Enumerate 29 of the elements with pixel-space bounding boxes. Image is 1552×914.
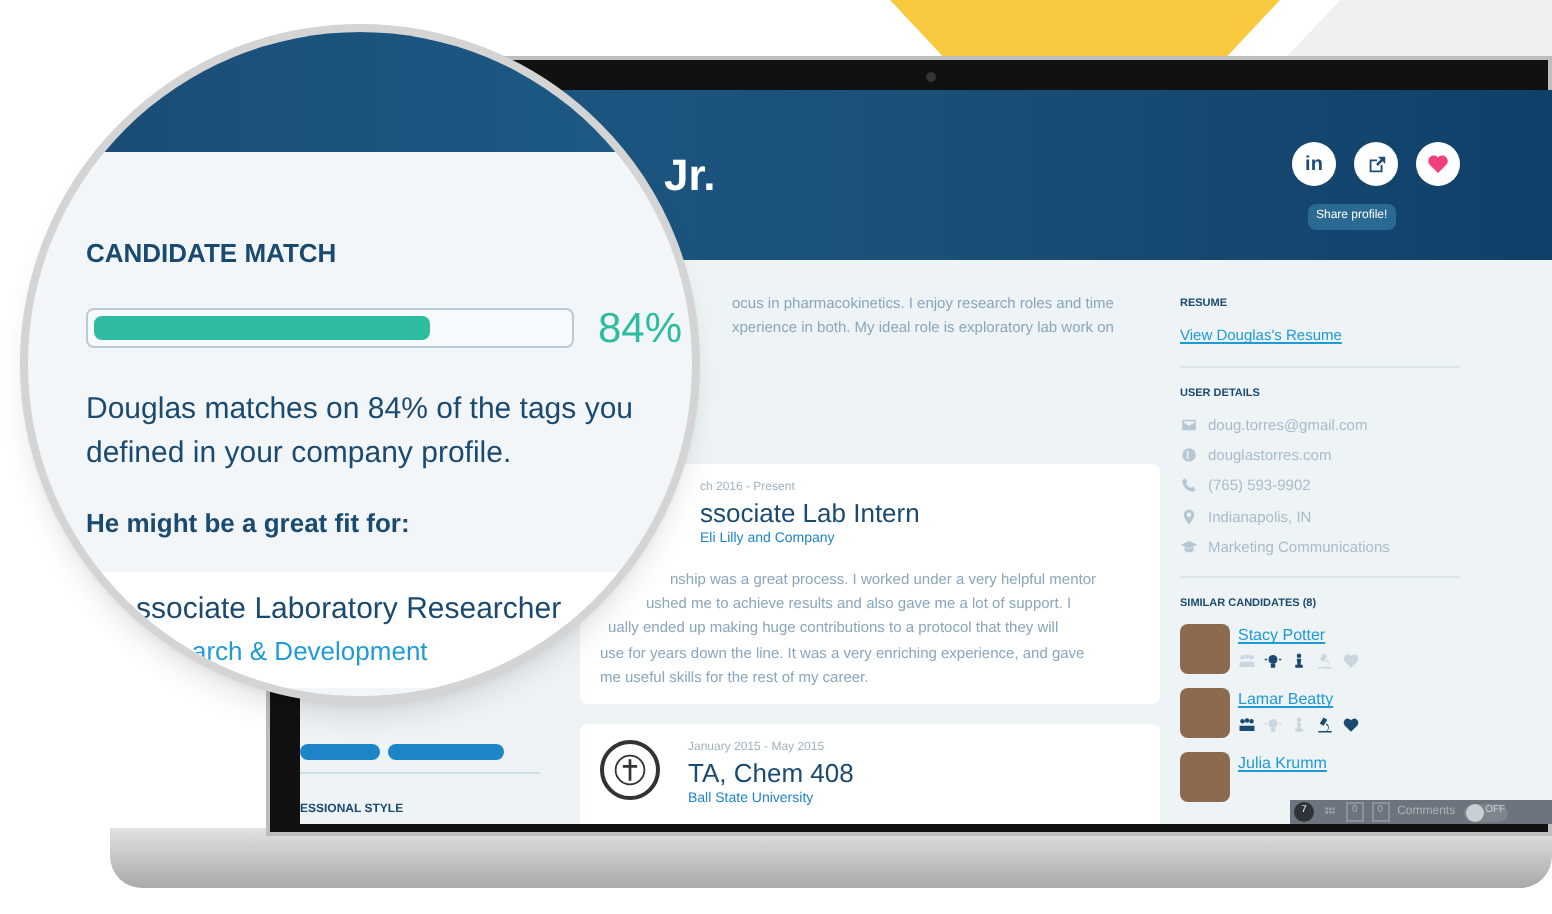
photo-placeholder <box>1180 688 1230 739</box>
candidate-link[interactable]: Julia Krumm <box>1238 752 1327 777</box>
match-description: Douglas matches on 84% of the tags you defined in your company profile. <box>86 390 636 474</box>
candidate-link[interactable]: Stacy Potter <box>1238 624 1360 649</box>
match-percentage: 84% <box>598 303 683 355</box>
job-title: TA, Chem 408 <box>688 758 854 791</box>
phone-icon <box>1180 476 1198 495</box>
tag-button[interactable] <box>388 743 504 760</box>
favorite-button[interactable] <box>1416 142 1460 186</box>
role-title: ssociate Laboratory Researcher <box>136 589 562 629</box>
job-title: ssociate Lab Intern <box>700 498 920 531</box>
map-pin-icon <box>1180 507 1198 526</box>
graduation-cap-icon <box>1180 537 1198 556</box>
section-heading: CANDIDATE MATCH <box>86 236 339 272</box>
photo-placeholder <box>1180 752 1230 803</box>
share-button[interactable] <box>1354 142 1398 186</box>
section-heading: He might be a great fit for: <box>86 506 410 542</box>
tag-button[interactable] <box>300 743 380 760</box>
linkedin-button[interactable]: in <box>1292 142 1336 186</box>
heart-icon <box>1426 152 1450 176</box>
share-icon <box>1365 153 1387 175</box>
candidate-link[interactable]: Lamar Beatty <box>1238 688 1360 713</box>
university-seal-icon <box>600 740 660 800</box>
camera-icon <box>926 72 936 82</box>
envelope-icon <box>1180 415 1198 434</box>
photo-placeholder <box>1180 624 1230 675</box>
globe-icon <box>1180 446 1198 465</box>
grid-icon <box>1322 806 1338 818</box>
candidate-name: Jr. <box>664 148 716 204</box>
